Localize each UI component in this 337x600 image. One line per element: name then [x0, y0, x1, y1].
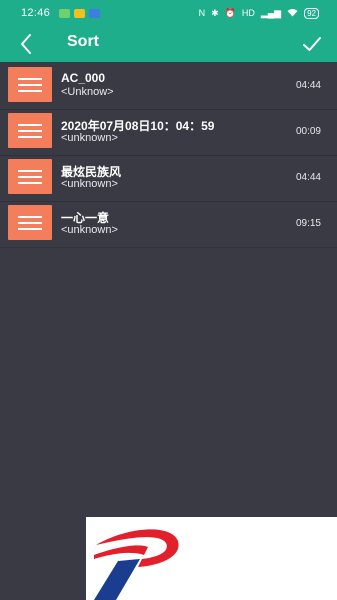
- song-duration: 04:44: [295, 172, 321, 183]
- drag-handle-icon[interactable]: [8, 67, 52, 102]
- message-icon: [74, 8, 86, 18]
- network-label: HD: [241, 8, 255, 18]
- notification-icons: [59, 8, 101, 18]
- signal-icon: ▂▄▆: [260, 7, 282, 18]
- drag-handle-icon[interactable]: [8, 205, 52, 240]
- ad-banner[interactable]: [86, 517, 337, 600]
- phone-icon: [59, 8, 71, 18]
- toolbar: Sort: [0, 26, 337, 62]
- song-title: AC_000: [61, 71, 106, 85]
- song-row[interactable]: AC_000 <Unknow> 04:44: [0, 64, 337, 110]
- wifi-icon: [287, 8, 298, 19]
- status-time: 12:46: [21, 7, 51, 19]
- brand-logo: [94, 529, 179, 600]
- back-chevron-icon[interactable]: [14, 31, 40, 57]
- alarm-icon: ⏰: [224, 7, 236, 18]
- song-duration: 00:09: [295, 126, 321, 137]
- status-bar: 12:46 N ✱ ⏰ HD ▂▄▆ 92: [0, 0, 337, 26]
- song-duration: 09:15: [295, 218, 321, 229]
- song-duration: 04:44: [295, 80, 321, 91]
- song-artist: <unknown>: [61, 178, 118, 190]
- drag-handle-icon[interactable]: [8, 113, 52, 148]
- song-artist: <unknown>: [61, 132, 118, 144]
- app-icon: [89, 8, 101, 18]
- system-icons: N ✱ ⏰ HD ▂▄▆ 92: [199, 0, 319, 26]
- drag-handle-icon[interactable]: [8, 159, 52, 194]
- song-list: AC_000 <Unknow> 04:44 2020年07月08日10：04：5…: [0, 64, 337, 248]
- song-row[interactable]: 最炫民族风 <unknown> 04:44: [0, 156, 337, 202]
- page-title: Sort: [67, 33, 99, 50]
- song-row[interactable]: 一心一意 <unknown> 09:15: [0, 202, 337, 248]
- checkmark-icon[interactable]: [299, 31, 325, 57]
- nfc-icon: N: [198, 8, 206, 18]
- song-artist: <Unknow>: [61, 86, 114, 98]
- bluetooth-icon: ✱: [211, 7, 219, 18]
- song-row[interactable]: 2020年07月08日10：04：59 <unknown> 00:09: [0, 110, 337, 156]
- battery-icon: 92: [304, 7, 319, 19]
- song-artist: <unknown>: [61, 224, 118, 236]
